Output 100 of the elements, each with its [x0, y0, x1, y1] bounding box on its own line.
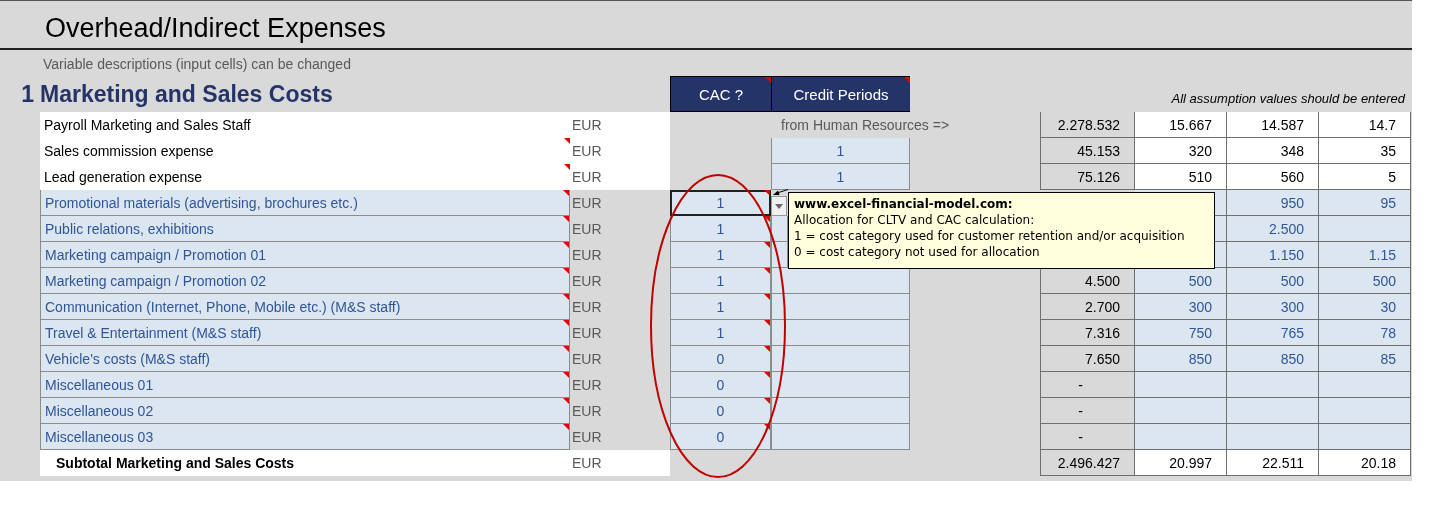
- value-cell[interactable]: 500: [1227, 268, 1319, 294]
- unit-cell: EUR: [570, 138, 670, 164]
- credit-period-cell[interactable]: 1: [771, 164, 910, 190]
- value-cell[interactable]: 30: [1319, 294, 1411, 320]
- value-cell[interactable]: 1.15: [1319, 242, 1411, 268]
- popup-title: www.excel-financial-model.com:: [794, 196, 1013, 212]
- row-label-cell[interactable]: Miscellaneous 03: [40, 424, 570, 450]
- row-label-cell[interactable]: Miscellaneous 02: [40, 398, 570, 424]
- total-cell: 45.153: [1040, 138, 1135, 164]
- value-cell: 320: [1135, 138, 1227, 164]
- value-cell: 510: [1135, 164, 1227, 190]
- value-cell: 348: [1227, 138, 1319, 164]
- credit-period-cell[interactable]: [771, 320, 910, 346]
- credit-period-cell[interactable]: [771, 346, 910, 372]
- row-label-cell[interactable]: Promotional materials (advertising, brochures etc.): [40, 190, 570, 216]
- subtotal-label: Subtotal Marketing and Sales Costs: [40, 450, 570, 476]
- unit-cell-text: EUR: [571, 246, 603, 265]
- value-cell[interactable]: [1319, 372, 1411, 398]
- value-cell[interactable]: [1227, 372, 1319, 398]
- section-number: 1: [20, 80, 35, 108]
- unit-cell-text: EUR: [571, 402, 603, 421]
- value-cell[interactable]: 765: [1227, 320, 1319, 346]
- cac-cell[interactable]: 1: [670, 268, 771, 294]
- value-cell[interactable]: 850: [1135, 346, 1227, 372]
- unit-cell-text: EUR: [571, 428, 603, 447]
- cac-cell[interactable]: 1: [670, 320, 771, 346]
- value-cell: 14.587: [1227, 112, 1319, 138]
- popup-text: 1 = cost category used for customer retention and/or acquisition: [794, 228, 1185, 244]
- cac-cell[interactable]: 1: [670, 242, 771, 268]
- value-cell[interactable]: 85: [1319, 346, 1411, 372]
- value-cell[interactable]: [1135, 398, 1227, 424]
- cac-cell[interactable]: 0: [670, 372, 771, 398]
- credit-period-cell[interactable]: [771, 372, 910, 398]
- value-cell[interactable]: 850: [1227, 346, 1319, 372]
- value-cell[interactable]: 78: [1319, 320, 1411, 346]
- unit-cell-text: EUR: [571, 220, 603, 239]
- column-header: CAC ?: [670, 76, 771, 112]
- value-cell[interactable]: [1227, 424, 1319, 450]
- value-cell[interactable]: 2.500: [1227, 216, 1319, 242]
- value-cell[interactable]: [1319, 398, 1411, 424]
- value-cell[interactable]: 1.150: [1227, 242, 1319, 268]
- credit-period-cell[interactable]: 1: [771, 138, 910, 164]
- value-cell[interactable]: 300: [1227, 294, 1319, 320]
- cac-cell[interactable]: 0: [670, 398, 771, 424]
- value-cell[interactable]: 750: [1135, 320, 1227, 346]
- unit-cell-text: EUR: [571, 298, 603, 317]
- value-cell[interactable]: 950: [1227, 190, 1319, 216]
- row-label-cell[interactable]: Travel & Entertainment (M&S staff): [40, 320, 570, 346]
- dropdown-button[interactable]: [771, 196, 787, 216]
- value-cell[interactable]: 500: [1319, 268, 1411, 294]
- value-cell: 15.667: [1135, 112, 1227, 138]
- row-label-cell[interactable]: Marketing campaign / Promotion 01: [40, 242, 570, 268]
- value-cell[interactable]: [1135, 372, 1227, 398]
- cac-cell[interactable]: 1: [670, 190, 771, 216]
- value-cell: 560: [1227, 164, 1319, 190]
- total-cell: 7.650: [1040, 346, 1135, 372]
- row-label-cell[interactable]: Communication (Internet, Phone, Mobile etc.) (M&S staff): [40, 294, 570, 320]
- section-title: Marketing and Sales Costs: [40, 80, 334, 108]
- total-cell: -: [1040, 398, 1135, 424]
- value-cell[interactable]: [1319, 424, 1411, 450]
- row-label-cell[interactable]: Public relations, exhibitions: [40, 216, 570, 242]
- value-cell[interactable]: [1227, 398, 1319, 424]
- column-header: Credit Periods: [771, 76, 910, 112]
- row-label-cell: Sales commission expense: [40, 138, 570, 164]
- value-cell: 20.997: [1135, 450, 1227, 476]
- value-cell[interactable]: 300: [1135, 294, 1227, 320]
- value-cell[interactable]: 500: [1135, 268, 1227, 294]
- credit-period-cell[interactable]: [771, 294, 910, 320]
- unit-cell: EUR: [570, 164, 670, 190]
- credit-period-cell[interactable]: [771, 398, 910, 424]
- total-cell: 4.500: [1040, 268, 1135, 294]
- row-label-cell[interactable]: Miscellaneous 01: [40, 372, 570, 398]
- total-cell: 2.278.532: [1040, 112, 1135, 138]
- credit-period-cell[interactable]: [771, 268, 910, 294]
- value-cell: 14.7: [1319, 112, 1411, 138]
- value-cell[interactable]: 95: [1319, 190, 1411, 216]
- cac-cell[interactable]: 0: [670, 346, 771, 372]
- row-label-cell[interactable]: Vehicle's costs (M&S staff): [40, 346, 570, 372]
- credit-period-cell[interactable]: [771, 424, 910, 450]
- value-cell[interactable]: [1135, 424, 1227, 450]
- cac-cell[interactable]: 1: [670, 294, 771, 320]
- unit-cell-text: EUR: [571, 194, 603, 213]
- total-cell: 7.316: [1040, 320, 1135, 346]
- source-note: from Human Resources =>: [780, 116, 951, 135]
- row-label-cell: Payroll Marketing and Sales Staff: [40, 112, 570, 138]
- sheet-title: Overhead/Indirect Expenses: [45, 13, 386, 45]
- value-cell[interactable]: [1319, 216, 1411, 242]
- cac-cell[interactable]: 1: [670, 216, 771, 242]
- cac-cell[interactable]: 0: [670, 424, 771, 450]
- value-cell: 20.18: [1319, 450, 1411, 476]
- credit-period-cell[interactable]: [771, 216, 788, 242]
- unit-cell: EUR: [570, 450, 670, 476]
- subtitle-text: Variable descriptions (input cells) can be changed: [42, 55, 352, 74]
- value-cell: 5: [1319, 164, 1411, 190]
- unit-cell-text: EUR: [571, 324, 603, 343]
- total-cell: 2.700: [1040, 294, 1135, 320]
- unit-cell-text: EUR: [571, 376, 603, 395]
- total-cell: -: [1040, 424, 1135, 450]
- row-label-cell[interactable]: Marketing campaign / Promotion 02: [40, 268, 570, 294]
- pointer-arrow: [773, 189, 788, 196]
